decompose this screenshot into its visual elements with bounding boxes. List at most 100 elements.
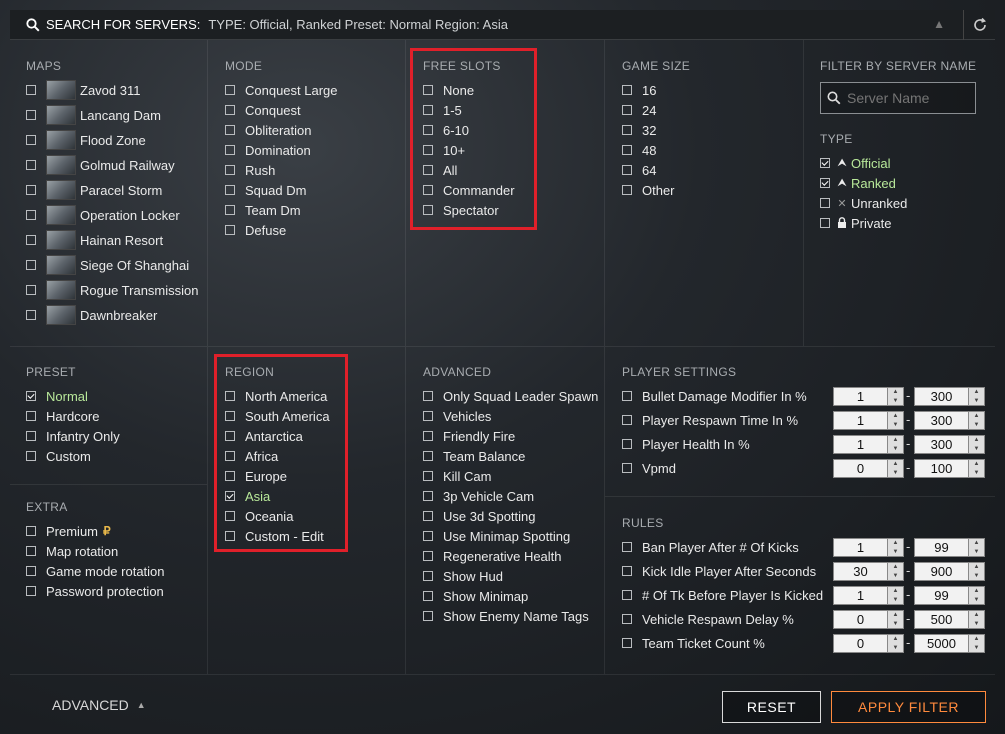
checkbox[interactable] [423, 591, 433, 601]
checkbox[interactable] [423, 85, 433, 95]
game-size-item[interactable]: Other [622, 181, 675, 199]
advanced-item[interactable]: Friendly Fire [423, 427, 515, 445]
checkbox[interactable] [622, 185, 632, 195]
map-item[interactable]: Dawnbreaker [26, 305, 157, 325]
player-setting-row[interactable]: Player Health In % [622, 435, 750, 453]
region-item[interactable]: Europe [225, 467, 287, 485]
checkbox[interactable] [423, 491, 433, 501]
mode-item[interactable]: Rush [225, 161, 275, 179]
checkbox[interactable] [423, 185, 433, 195]
checkbox[interactable] [26, 135, 36, 145]
min-stepper[interactable]: 1 ▲ ▼ [833, 387, 904, 406]
max-value[interactable]: 300 [914, 411, 969, 430]
advanced-item[interactable]: Only Squad Leader Spawn [423, 387, 598, 405]
free-slots-item[interactable]: Spectator [423, 201, 499, 219]
advanced-item[interactable]: Team Balance [423, 447, 525, 465]
stepper-arrows[interactable]: ▲ ▼ [888, 387, 904, 406]
rule-row[interactable]: Team Ticket Count % [622, 634, 765, 652]
checkbox[interactable] [225, 145, 235, 155]
checkbox[interactable] [622, 415, 632, 425]
player-setting-row[interactable]: Vpmd [622, 459, 676, 477]
max-value[interactable]: 500 [914, 610, 969, 629]
checkbox[interactable] [26, 431, 36, 441]
type-official[interactable]: ⮝ Official [820, 154, 891, 172]
checkbox[interactable] [423, 611, 433, 621]
min-value[interactable]: 30 [833, 562, 888, 581]
max-stepper[interactable]: 99 ▲ ▼ [914, 538, 985, 557]
checkbox[interactable] [26, 285, 36, 295]
free-slots-item[interactable]: None [423, 81, 474, 99]
min-value[interactable]: 1 [833, 411, 888, 430]
checkbox[interactable] [26, 260, 36, 270]
stepper-arrows[interactable]: ▲ ▼ [969, 387, 985, 406]
extra-item[interactable]: Map rotation [26, 542, 118, 560]
stepper-arrows[interactable]: ▲ ▼ [888, 459, 904, 478]
advanced-item[interactable]: Use Minimap Spotting [423, 527, 570, 545]
checkbox[interactable] [225, 85, 235, 95]
checkbox[interactable] [225, 511, 235, 521]
map-item[interactable]: Golmud Railway [26, 155, 175, 175]
stepper-arrows[interactable]: ▲ ▼ [888, 562, 904, 581]
checkbox[interactable] [622, 566, 632, 576]
advanced-item[interactable]: Show Enemy Name Tags [423, 607, 589, 625]
checkbox[interactable] [26, 451, 36, 461]
advanced-item[interactable]: Use 3d Spotting [423, 507, 536, 525]
checkbox[interactable] [622, 391, 632, 401]
free-slots-item[interactable]: 10+ [423, 141, 465, 159]
game-size-item[interactable]: 48 [622, 141, 656, 159]
player-setting-row[interactable]: Bullet Damage Modifier In % [622, 387, 807, 405]
stepper-arrows[interactable]: ▲ ▼ [888, 586, 904, 605]
checkbox[interactable] [423, 571, 433, 581]
rule-row[interactable]: # Of Tk Before Player Is Kicked [622, 586, 823, 604]
min-stepper[interactable]: 1 ▲ ▼ [833, 411, 904, 430]
max-stepper[interactable]: 5000 ▲ ▼ [914, 634, 985, 653]
map-item[interactable]: Zavod 311 [26, 80, 140, 100]
checkbox[interactable] [423, 471, 433, 481]
min-value[interactable]: 1 [833, 586, 888, 605]
type-ranked[interactable]: ⮝ Ranked [820, 174, 896, 192]
checkbox[interactable] [225, 471, 235, 481]
game-size-item[interactable]: 32 [622, 121, 656, 139]
stepper-arrows[interactable]: ▲ ▼ [969, 634, 985, 653]
stepper-arrows[interactable]: ▲ ▼ [888, 538, 904, 557]
refresh-icon[interactable] [963, 10, 995, 40]
region-item[interactable]: Custom - Edit [225, 527, 324, 545]
map-item[interactable]: Paracel Storm [26, 180, 162, 200]
min-stepper[interactable]: 0 ▲ ▼ [833, 459, 904, 478]
player-setting-row[interactable]: Player Respawn Time In % [622, 411, 798, 429]
mode-item[interactable]: Obliteration [225, 121, 311, 139]
preset-item[interactable]: Normal [26, 387, 88, 405]
mode-item[interactable]: Team Dm [225, 201, 301, 219]
min-stepper[interactable]: 1 ▲ ▼ [833, 538, 904, 557]
checkbox[interactable] [423, 431, 433, 441]
region-item[interactable]: Asia [225, 487, 270, 505]
checkbox[interactable] [26, 185, 36, 195]
checkbox[interactable] [26, 526, 36, 536]
checkbox[interactable] [622, 614, 632, 624]
checkbox-checked[interactable] [820, 158, 830, 168]
checkbox[interactable] [225, 205, 235, 215]
stepper-arrows[interactable]: ▲ ▼ [969, 562, 985, 581]
checkbox[interactable] [423, 511, 433, 521]
checkbox[interactable] [423, 531, 433, 541]
mode-item[interactable]: Conquest [225, 101, 301, 119]
stepper-arrows[interactable]: ▲ ▼ [969, 538, 985, 557]
checkbox[interactable] [423, 451, 433, 461]
max-stepper[interactable]: 100 ▲ ▼ [914, 459, 985, 478]
checkbox[interactable] [225, 125, 235, 135]
min-stepper[interactable]: 0 ▲ ▼ [833, 634, 904, 653]
game-size-item[interactable]: 64 [622, 161, 656, 179]
max-value[interactable]: 5000 [914, 634, 969, 653]
extra-item[interactable]: Password protection [26, 582, 164, 600]
max-value[interactable]: 300 [914, 435, 969, 454]
checkbox[interactable] [225, 531, 235, 541]
free-slots-item[interactable]: Commander [423, 181, 515, 199]
min-value[interactable]: 0 [833, 459, 888, 478]
checkbox[interactable] [423, 551, 433, 561]
advanced-item[interactable]: Kill Cam [423, 467, 491, 485]
advanced-item[interactable]: 3p Vehicle Cam [423, 487, 534, 505]
region-item[interactable]: North America [225, 387, 327, 405]
mode-item[interactable]: Squad Dm [225, 181, 306, 199]
checkbox[interactable] [622, 165, 632, 175]
checkbox[interactable] [423, 165, 433, 175]
